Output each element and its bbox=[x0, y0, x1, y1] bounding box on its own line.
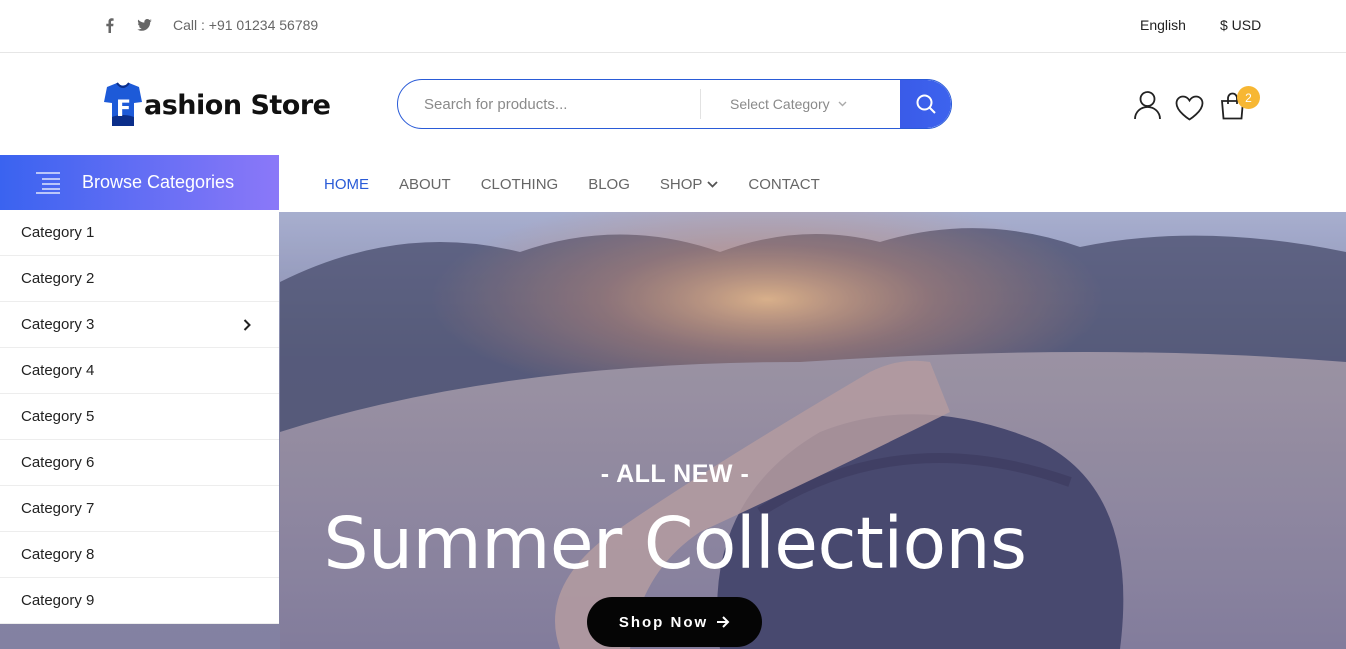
category-label: Category 6 bbox=[21, 454, 95, 471]
twitter-icon[interactable] bbox=[136, 17, 152, 33]
shop-now-button[interactable]: Shop Now bbox=[587, 597, 762, 647]
search-button[interactable] bbox=[900, 80, 951, 128]
category-item[interactable]: Category 8 bbox=[0, 532, 279, 578]
category-label: Category 7 bbox=[21, 500, 95, 517]
arrow-right-icon bbox=[717, 616, 730, 628]
category-item[interactable]: Category 6 bbox=[0, 440, 279, 486]
main-nav: HOME ABOUT CLOTHING BLOG SHOP CONTACT bbox=[324, 176, 850, 193]
heart-icon[interactable] bbox=[1175, 95, 1204, 126]
category-item[interactable]: Category 1 bbox=[0, 210, 279, 256]
category-item[interactable]: Category 9 bbox=[0, 578, 279, 624]
category-label: Category 3 bbox=[21, 316, 95, 333]
chevron-right-icon bbox=[243, 318, 251, 331]
category-label: Category 9 bbox=[21, 592, 95, 609]
nav-item-shop-label: SHOP bbox=[659, 176, 703, 193]
facebook-icon[interactable] bbox=[102, 17, 118, 33]
shop-now-label: Shop Now bbox=[618, 613, 709, 631]
category-label: Category 5 bbox=[21, 408, 95, 425]
nav-item-blog[interactable]: BLOG bbox=[588, 176, 630, 193]
nav-item-clothing[interactable]: CLOTHING bbox=[481, 176, 559, 193]
category-list: Category 1 Category 2 Category 3 Categor… bbox=[0, 210, 279, 624]
category-item[interactable]: Category 2 bbox=[0, 256, 279, 302]
browse-categories-button[interactable]: Browse Categories bbox=[0, 155, 279, 210]
search-icon bbox=[916, 94, 936, 114]
currency-selector[interactable]: $ USD bbox=[1220, 17, 1261, 33]
logo[interactable]: F ashion Store bbox=[104, 80, 331, 130]
category-label: Category 4 bbox=[21, 362, 95, 379]
chevron-down-icon bbox=[838, 101, 847, 107]
category-item[interactable]: Category 5 bbox=[0, 394, 279, 440]
browse-categories-label: Browse Categories bbox=[82, 172, 235, 192]
shirt-logo-icon: F bbox=[104, 82, 142, 126]
category-item[interactable]: Category 4 bbox=[0, 348, 279, 394]
social-links bbox=[102, 17, 152, 33]
logo-text: ashion Store bbox=[144, 89, 331, 121]
category-label: Category 1 bbox=[21, 224, 95, 241]
chevron-down-icon bbox=[707, 181, 719, 188]
category-label: Category 2 bbox=[21, 270, 95, 287]
cart-count-badge: 2 bbox=[1237, 86, 1260, 109]
language-selector[interactable]: English bbox=[1140, 17, 1186, 33]
category-item[interactable]: Category 3 bbox=[0, 302, 279, 348]
category-select[interactable]: Select Category bbox=[701, 96, 903, 112]
user-icon[interactable] bbox=[1134, 90, 1161, 125]
search-input[interactable] bbox=[398, 80, 700, 128]
category-item[interactable]: Category 7 bbox=[0, 486, 279, 532]
phone-number: Call : +91 01234 56789 bbox=[173, 17, 319, 33]
nav-item-home[interactable]: HOME bbox=[324, 176, 369, 193]
category-select-label: Select Category bbox=[730, 96, 830, 112]
menu-lines-icon bbox=[36, 171, 60, 194]
category-label: Category 8 bbox=[21, 546, 95, 563]
nav-item-contact[interactable]: CONTACT bbox=[748, 176, 819, 193]
nav-item-shop[interactable]: SHOP bbox=[660, 176, 719, 193]
top-bar: Call : +91 01234 56789 English $ USD bbox=[0, 0, 1346, 53]
logo-letter: F bbox=[116, 97, 131, 122]
nav-item-about[interactable]: ABOUT bbox=[399, 176, 451, 193]
search-bar: Select Category bbox=[397, 79, 952, 129]
